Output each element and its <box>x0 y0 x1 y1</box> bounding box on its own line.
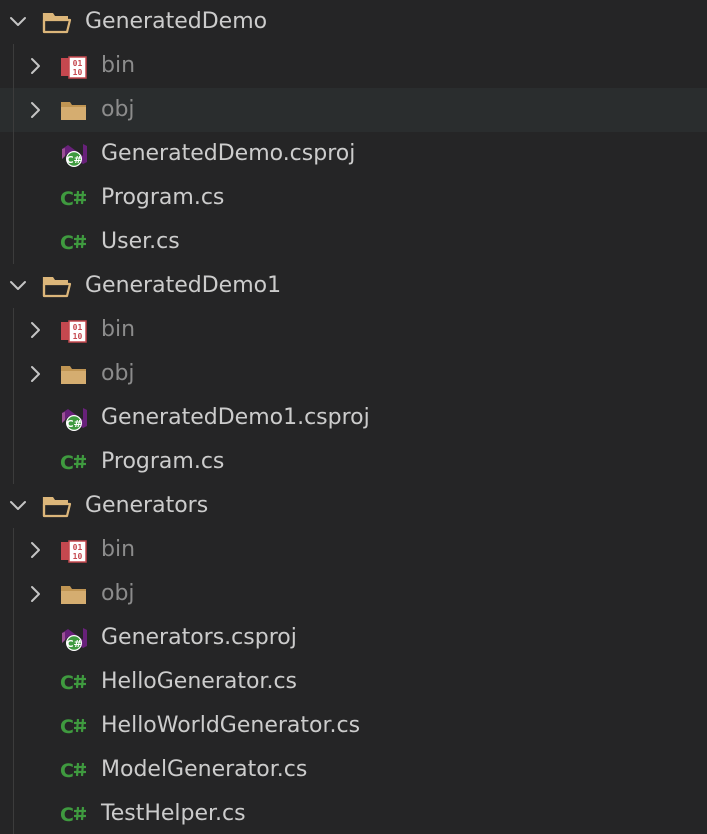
svg-text:C#: C# <box>66 639 82 650</box>
folder-row-generators[interactable]: Generators <box>0 484 707 528</box>
svg-text:10: 10 <box>73 68 83 77</box>
svg-text:C: C <box>60 188 74 210</box>
chevron-down-icon[interactable] <box>8 496 28 516</box>
svg-text:C: C <box>60 760 74 782</box>
binary-folder-icon: 0110 <box>61 320 87 343</box>
svg-text:C: C <box>60 716 74 738</box>
chevron-right-icon[interactable] <box>26 364 46 384</box>
svg-text:C: C <box>60 232 74 254</box>
folder-icon <box>61 102 86 120</box>
folder-row-obj[interactable]: obj <box>0 88 707 132</box>
folder-row-generateddemo1[interactable]: GeneratedDemo1 <box>0 264 707 308</box>
csproj-icon: C# <box>62 144 87 167</box>
folder-icon <box>61 586 86 604</box>
svg-text:C: C <box>60 452 74 474</box>
item-label: User.cs <box>101 229 180 254</box>
file-row[interactable]: C# GeneratedDemo.csproj <box>0 132 707 176</box>
folder-row-obj[interactable]: obj <box>0 352 707 396</box>
indent-guide <box>13 528 14 834</box>
file-row[interactable]: C# GeneratedDemo1.csproj <box>0 396 707 440</box>
csharp-icon: C <box>60 804 86 826</box>
file-row[interactable]: C# Generators.csproj <box>0 616 707 660</box>
svg-text:01: 01 <box>73 543 83 552</box>
chevron-right-icon[interactable] <box>26 100 46 120</box>
svg-text:10: 10 <box>73 332 83 341</box>
item-label: HelloGenerator.cs <box>101 669 298 694</box>
chevron-down-icon[interactable] <box>8 276 28 296</box>
folder-label: GeneratedDemo <box>85 9 268 34</box>
item-label: Generators.csproj <box>101 625 297 650</box>
csproj-icon: C# <box>62 408 87 431</box>
csharp-icon: C <box>60 188 86 210</box>
file-row[interactable]: C TestHelper.cs <box>0 792 707 834</box>
chevron-right-icon[interactable] <box>26 584 46 604</box>
csharp-icon: C <box>60 452 86 474</box>
item-label: Program.cs <box>101 449 225 474</box>
file-row[interactable]: C Program.cs <box>0 176 707 220</box>
folder-open-icon <box>42 13 72 34</box>
indent-guide <box>13 44 14 264</box>
chevron-down-icon[interactable] <box>8 12 28 32</box>
folder-open-icon <box>42 277 72 298</box>
item-label: bin <box>101 537 136 562</box>
item-label: TestHelper.cs <box>101 801 246 826</box>
csharp-icon: C <box>60 672 86 694</box>
folder-row-generateddemo[interactable]: GeneratedDemo <box>0 0 707 44</box>
item-label: ModelGenerator.cs <box>101 757 308 782</box>
svg-text:01: 01 <box>73 323 83 332</box>
folder-open-icon <box>42 497 72 518</box>
item-label: obj <box>101 361 135 386</box>
file-row[interactable]: C User.cs <box>0 220 707 264</box>
file-row[interactable]: C ModelGenerator.cs <box>0 748 707 792</box>
svg-text:C: C <box>60 672 74 694</box>
folder-label: GeneratedDemo1 <box>85 273 282 298</box>
binary-folder-icon: 0110 <box>61 56 87 79</box>
item-label: HelloWorldGenerator.cs <box>101 713 361 738</box>
folder-icon <box>61 366 86 384</box>
item-label: GeneratedDemo1.csproj <box>101 405 370 430</box>
folder-row-obj[interactable]: obj <box>0 572 707 616</box>
item-label: obj <box>101 581 135 606</box>
folder-row-bin[interactable]: 01 10 bin <box>0 528 707 572</box>
chevron-right-icon[interactable] <box>26 540 46 560</box>
csharp-icon: C <box>60 716 86 738</box>
svg-text:01: 01 <box>73 59 83 68</box>
item-label: GeneratedDemo.csproj <box>101 141 356 166</box>
file-row[interactable]: C HelloWorldGenerator.cs <box>0 704 707 748</box>
indent-guide <box>13 308 14 484</box>
item-label: bin <box>101 53 136 78</box>
csproj-icon: C# <box>62 628 87 651</box>
file-explorer-tree: GeneratedDemo 01 10 bin obj C# GeneratedDemo.c… <box>0 0 707 834</box>
csharp-icon: C <box>60 760 86 782</box>
svg-text:C: C <box>60 804 74 826</box>
folder-label: Generators <box>85 493 209 518</box>
svg-text:C#: C# <box>66 155 82 166</box>
chevron-right-icon[interactable] <box>26 56 46 76</box>
chevron-right-icon[interactable] <box>26 320 46 340</box>
folder-row-bin[interactable]: 01 10 bin <box>0 44 707 88</box>
binary-folder-icon: 0110 <box>61 540 87 563</box>
file-row[interactable]: C HelloGenerator.cs <box>0 660 707 704</box>
folder-row-bin[interactable]: 01 10 bin <box>0 308 707 352</box>
item-label: bin <box>101 317 136 342</box>
item-label: Program.cs <box>101 185 225 210</box>
file-row[interactable]: C Program.cs <box>0 440 707 484</box>
item-label: obj <box>101 97 135 122</box>
svg-text:10: 10 <box>73 552 83 561</box>
svg-text:C#: C# <box>66 419 82 430</box>
csharp-icon: C <box>60 232 86 254</box>
